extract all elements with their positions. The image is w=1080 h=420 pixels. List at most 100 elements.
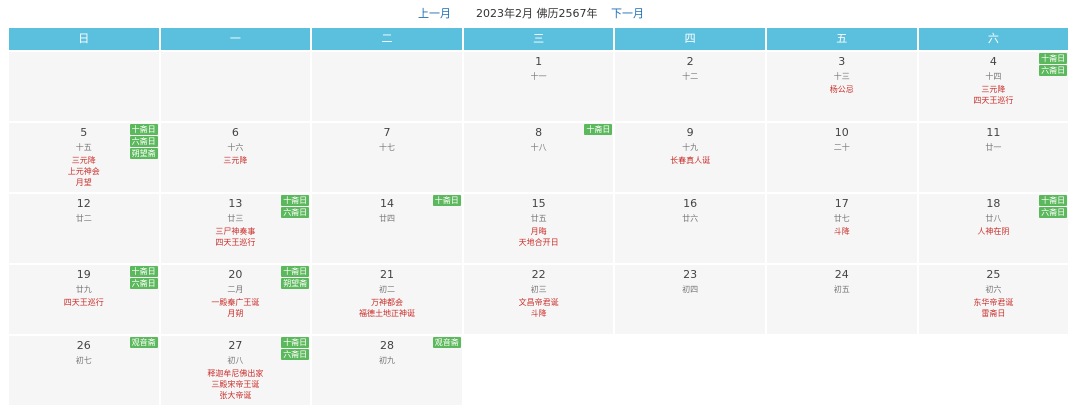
event-text: 四天王巡行	[63, 298, 104, 307]
event-text: 一殿秦广王诞	[211, 298, 260, 307]
calendar-day-cell[interactable]: 12 廿二	[9, 194, 159, 263]
calendar-day-cell[interactable]: 27 初八 释迦牟尼佛出家 三殿宋帝王诞 张大帝诞 十斋日 六斋日	[160, 336, 311, 405]
lunar-date: 十一	[530, 72, 547, 81]
badge-stack: 观音斋	[129, 337, 158, 348]
calendar-day-cell[interactable]: 20 二月 一殿秦广王诞 月朔 十斋日 朔望斋	[160, 265, 311, 334]
weekday-label: 四	[615, 28, 765, 50]
day-number: 6	[231, 126, 239, 139]
fasting-day-badge: 十斋日	[281, 337, 310, 348]
calendar-day-cell[interactable]: 9 十九 长春真人诞	[615, 123, 765, 192]
calendar-day-cell[interactable]: 4 十四 三元降 四天王巡行 十斋日 六斋日	[918, 52, 1069, 121]
calendar-empty-cell	[160, 52, 311, 121]
calendar-grid: 日一二三四五六 1 十一 2 十二 3 十三 杨公忌 4 十四 三元降 四天王巡行 十斋日 六斋日 5 十五…	[9, 28, 1069, 405]
fasting-day-badge: 十斋日	[1039, 195, 1068, 206]
lunar-date: 廿二	[75, 214, 92, 223]
event-text: 长春真人诞	[670, 156, 711, 165]
fasting-day-badge: 十斋日	[1039, 53, 1068, 64]
calendar-day-cell[interactable]: 16 廿六	[615, 194, 765, 263]
calendar-day-cell[interactable]: 2 十二	[615, 52, 765, 121]
calendar-day-cell[interactable]: 18 廿八 人神在阴 十斋日 六斋日	[918, 194, 1069, 263]
fasting-day-badge: 十斋日	[281, 195, 310, 206]
lunar-date: 初三	[530, 285, 547, 294]
day-events: 万神都会 福德土地正神诞	[312, 297, 462, 319]
fasting-day-badge: 六斋日	[1039, 65, 1068, 76]
day-number: 1	[535, 55, 543, 68]
prev-month-link[interactable]: 上一月	[418, 5, 451, 21]
lunar-date: 十六	[227, 143, 244, 152]
calendar-day-cell[interactable]: 11 廿一	[918, 123, 1069, 192]
day-number: 21	[379, 268, 394, 281]
calendar-day-cell[interactable]: 8 十八 十斋日	[463, 123, 614, 192]
fasting-day-badge: 十斋日	[281, 266, 310, 277]
calendar-day-cell[interactable]: 10 二十	[766, 123, 917, 192]
calendar-blank-cell	[767, 336, 917, 405]
calendar-day-cell[interactable]: 13 廿三 三尸神奏事 四天王巡行 十斋日 六斋日	[160, 194, 311, 263]
calendar-day-cell[interactable]: 25 初六 东华帝君诞 雷斋日	[918, 265, 1069, 334]
calendar-day-cell[interactable]: 17 廿七 斗降	[766, 194, 917, 263]
day-events: 东华帝君诞 雷斋日	[919, 297, 1069, 319]
fasting-day-badge: 六斋日	[281, 207, 310, 218]
day-events: 三元降 上元神会 月望	[9, 155, 159, 188]
calendar-week-row: 1 十一 2 十二 3 十三 杨公忌 4 十四 三元降 四天王巡行 十斋日 六斋日	[9, 52, 1069, 121]
calendar-day-cell[interactable]: 24 初五	[766, 265, 917, 334]
fasting-day-badge: 观音斋	[129, 337, 158, 348]
event-text: 四天王巡行	[973, 96, 1014, 105]
calendar-day-cell[interactable]: 6 十六三元降	[160, 123, 311, 192]
day-events: 斗降	[767, 226, 917, 237]
calendar-day-cell[interactable]: 5 十五 三元降 上元神会 月望 十斋日 六斋日 朔望斋	[9, 123, 159, 192]
next-month-link[interactable]: 下一月	[611, 5, 644, 21]
lunar-date: 初九	[378, 356, 395, 365]
fasting-day-badge: 十斋日	[129, 124, 158, 135]
lunar-date: 初四	[682, 285, 699, 294]
day-number: 22	[531, 268, 546, 281]
badge-stack: 十斋日 六斋日	[281, 337, 310, 360]
lunar-date: 初五	[833, 285, 850, 294]
lunar-date: 十二	[682, 72, 699, 81]
event-text: 上元神会	[67, 167, 100, 176]
badge-stack: 十斋日	[432, 195, 461, 206]
badge-stack: 十斋日 六斋日	[129, 266, 158, 289]
event-text: 月晦	[530, 227, 547, 236]
day-number: 15	[531, 197, 546, 210]
calendar-day-cell[interactable]: 23 初四	[615, 265, 765, 334]
event-text: 三尸神奏事	[215, 227, 256, 236]
calendar-week-row: 19 廿九 四天王巡行 十斋日 六斋日 20 二月 一殿秦广王诞 月朔 十斋日 朔望斋 21 初二 万神都…	[9, 265, 1069, 334]
day-events: 杨公忌	[767, 84, 917, 95]
calendar-day-cell[interactable]: 3 十三 杨公忌	[766, 52, 917, 121]
day-number: 7	[383, 126, 391, 139]
calendar-day-cell[interactable]: 1 十一	[463, 52, 614, 121]
calendar-day-cell[interactable]: 14 廿四 十斋日	[312, 194, 462, 263]
calendar-day-cell[interactable]: 22 初三文昌帝君诞 斗降	[463, 265, 614, 334]
calendar-day-cell[interactable]: 21 初二 万神都会 福德土地正神诞	[312, 265, 462, 334]
calendar-empty-cell	[9, 52, 159, 121]
lunar-date: 十七	[378, 143, 395, 152]
calendar-week-row: 5 十五 三元降 上元神会 月望 十斋日 六斋日 朔望斋 6 十六 三元降 7 十七 8 十八 十斋日 9 十九长…	[9, 123, 1069, 192]
weekday-label: 六	[918, 28, 1069, 50]
event-text: 张大帝诞	[219, 391, 252, 400]
event-text: 月望	[75, 178, 92, 187]
weekday-label: 日	[9, 28, 159, 50]
fasting-day-badge: 朔望斋	[129, 148, 158, 159]
day-events: 人神在阴	[919, 226, 1069, 237]
badge-stack: 十斋日	[584, 124, 613, 135]
weekday-label: 五	[766, 28, 917, 50]
fasting-day-badge: 十斋日	[129, 266, 158, 277]
calendar-blank-cell	[615, 336, 765, 405]
calendar-day-cell[interactable]: 15 廿五 月晦 天地合开日	[463, 194, 614, 263]
calendar-day-cell[interactable]: 28 初九 观音斋	[312, 336, 462, 405]
day-number: 23	[683, 268, 698, 281]
calendar-day-cell[interactable]: 7 十七	[312, 123, 462, 192]
calendar-day-cell[interactable]: 26 初七 观音斋	[9, 336, 159, 405]
event-text: 文昌帝君诞	[518, 298, 559, 307]
day-events: 文昌帝君诞 斗降	[464, 297, 614, 319]
calendar-day-cell[interactable]: 19 廿九 四天王巡行 十斋日 六斋日	[9, 265, 159, 334]
day-events: 一殿秦广王诞 月朔	[161, 297, 311, 319]
lunar-date: 十三	[833, 72, 850, 81]
badge-stack: 观音斋	[432, 337, 461, 348]
weekday-label: 三	[463, 28, 614, 50]
event-text: 三元降	[223, 156, 248, 165]
day-number: 17	[834, 197, 849, 210]
month-navigation: 上一月 2023年2月 佛历2567年 下一月	[0, 0, 1080, 28]
lunar-date: 廿六	[682, 214, 699, 223]
fasting-day-badge: 六斋日	[281, 349, 310, 360]
